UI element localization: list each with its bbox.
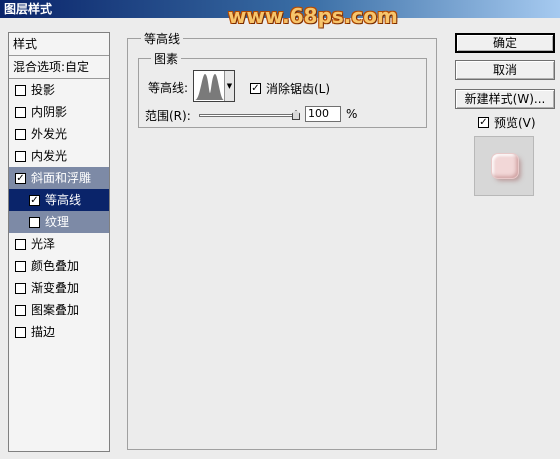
contour-label: 等高线: xyxy=(148,81,189,95)
elements-group-title: 图素 xyxy=(151,50,182,67)
style-preview xyxy=(474,136,534,196)
checkbox[interactable] xyxy=(15,304,26,316)
range-slider-track[interactable] xyxy=(199,114,297,117)
cancel-button[interactable]: 取消 xyxy=(455,60,555,80)
style-item-label: 纹理 xyxy=(45,215,70,229)
new-style-button[interactable]: 新建样式(W)... xyxy=(455,89,555,109)
style-item-bevel-emboss[interactable]: ✓ 斜面和浮雕 xyxy=(9,167,109,189)
preview-label: 预览(V) xyxy=(494,116,536,130)
style-item-drop-shadow[interactable]: 投影 xyxy=(9,79,109,101)
checkbox[interactable] xyxy=(15,106,26,118)
style-item-outer-glow[interactable]: 外发光 xyxy=(9,123,109,145)
range-label: 范围(R): xyxy=(145,109,191,123)
style-item-label: 斜面和浮雕 xyxy=(31,171,92,185)
style-item-gradient-overlay[interactable]: 渐变叠加 xyxy=(9,277,109,299)
range-input[interactable]: 100 xyxy=(305,106,341,122)
checkbox[interactable] xyxy=(15,238,26,250)
style-item-satin[interactable]: 光泽 xyxy=(9,233,109,255)
checkbox[interactable] xyxy=(15,84,26,96)
blend-options-item[interactable]: 混合选项:自定 xyxy=(9,56,109,79)
style-item-inner-shadow[interactable]: 内阴影 xyxy=(9,101,109,123)
style-item-texture[interactable]: 纹理 xyxy=(9,211,109,233)
style-item-color-overlay[interactable]: 颜色叠加 xyxy=(9,255,109,277)
antialias-label: 消除锯齿(L) xyxy=(266,82,331,96)
style-item-label: 渐变叠加 xyxy=(31,281,80,295)
checkbox[interactable] xyxy=(15,260,26,272)
style-list-header[interactable]: 样式 xyxy=(9,33,109,56)
style-item-label: 等高线 xyxy=(45,193,82,207)
checkbox[interactable] xyxy=(15,128,26,140)
watermark: www.68ps.com xyxy=(228,4,398,28)
contour-picker[interactable]: ▼ xyxy=(193,70,235,102)
preview-swatch xyxy=(492,154,518,178)
style-item-stroke[interactable]: 描边 xyxy=(9,321,109,343)
checkbox[interactable] xyxy=(15,150,26,162)
ok-button[interactable]: 确定 xyxy=(455,33,555,53)
checkbox[interactable] xyxy=(15,282,26,294)
preview-checkbox[interactable]: ✓ xyxy=(478,117,489,128)
dropdown-arrow-icon[interactable]: ▼ xyxy=(224,71,234,101)
preview-option[interactable]: ✓ 预览(V) xyxy=(478,114,536,131)
style-item-label: 图案叠加 xyxy=(31,303,80,317)
style-item-label: 光泽 xyxy=(31,237,56,251)
checkbox-checked[interactable]: ✓ xyxy=(15,172,26,184)
style-item-label: 内阴影 xyxy=(31,105,68,119)
window-title: 图层样式 xyxy=(4,2,53,16)
range-unit: % xyxy=(346,107,358,121)
style-item-pattern-overlay[interactable]: 图案叠加 xyxy=(9,299,109,321)
style-item-label: 投影 xyxy=(31,83,56,97)
checkbox-checked[interactable]: ✓ xyxy=(29,194,40,206)
checkbox[interactable] xyxy=(29,216,40,228)
style-item-contour[interactable]: ✓ 等高线 xyxy=(9,189,109,211)
antialias-checkbox[interactable]: ✓ xyxy=(250,83,261,94)
style-item-label: 描边 xyxy=(31,325,56,339)
style-item-label: 外发光 xyxy=(31,127,68,141)
contour-group-title: 等高线 xyxy=(141,30,184,47)
antialias-option[interactable]: ✓ 消除锯齿(L) xyxy=(250,80,330,97)
style-list: 样式 混合选项:自定 投影 内阴影 外发光 内发光 ✓ 斜面和浮雕 ✓ 等高线 … xyxy=(8,32,110,452)
contour-curve-icon xyxy=(194,71,225,101)
style-item-label: 颜色叠加 xyxy=(31,259,80,273)
style-item-label: 内发光 xyxy=(31,149,68,163)
style-item-inner-glow[interactable]: 内发光 xyxy=(9,145,109,167)
checkbox[interactable] xyxy=(15,326,26,338)
